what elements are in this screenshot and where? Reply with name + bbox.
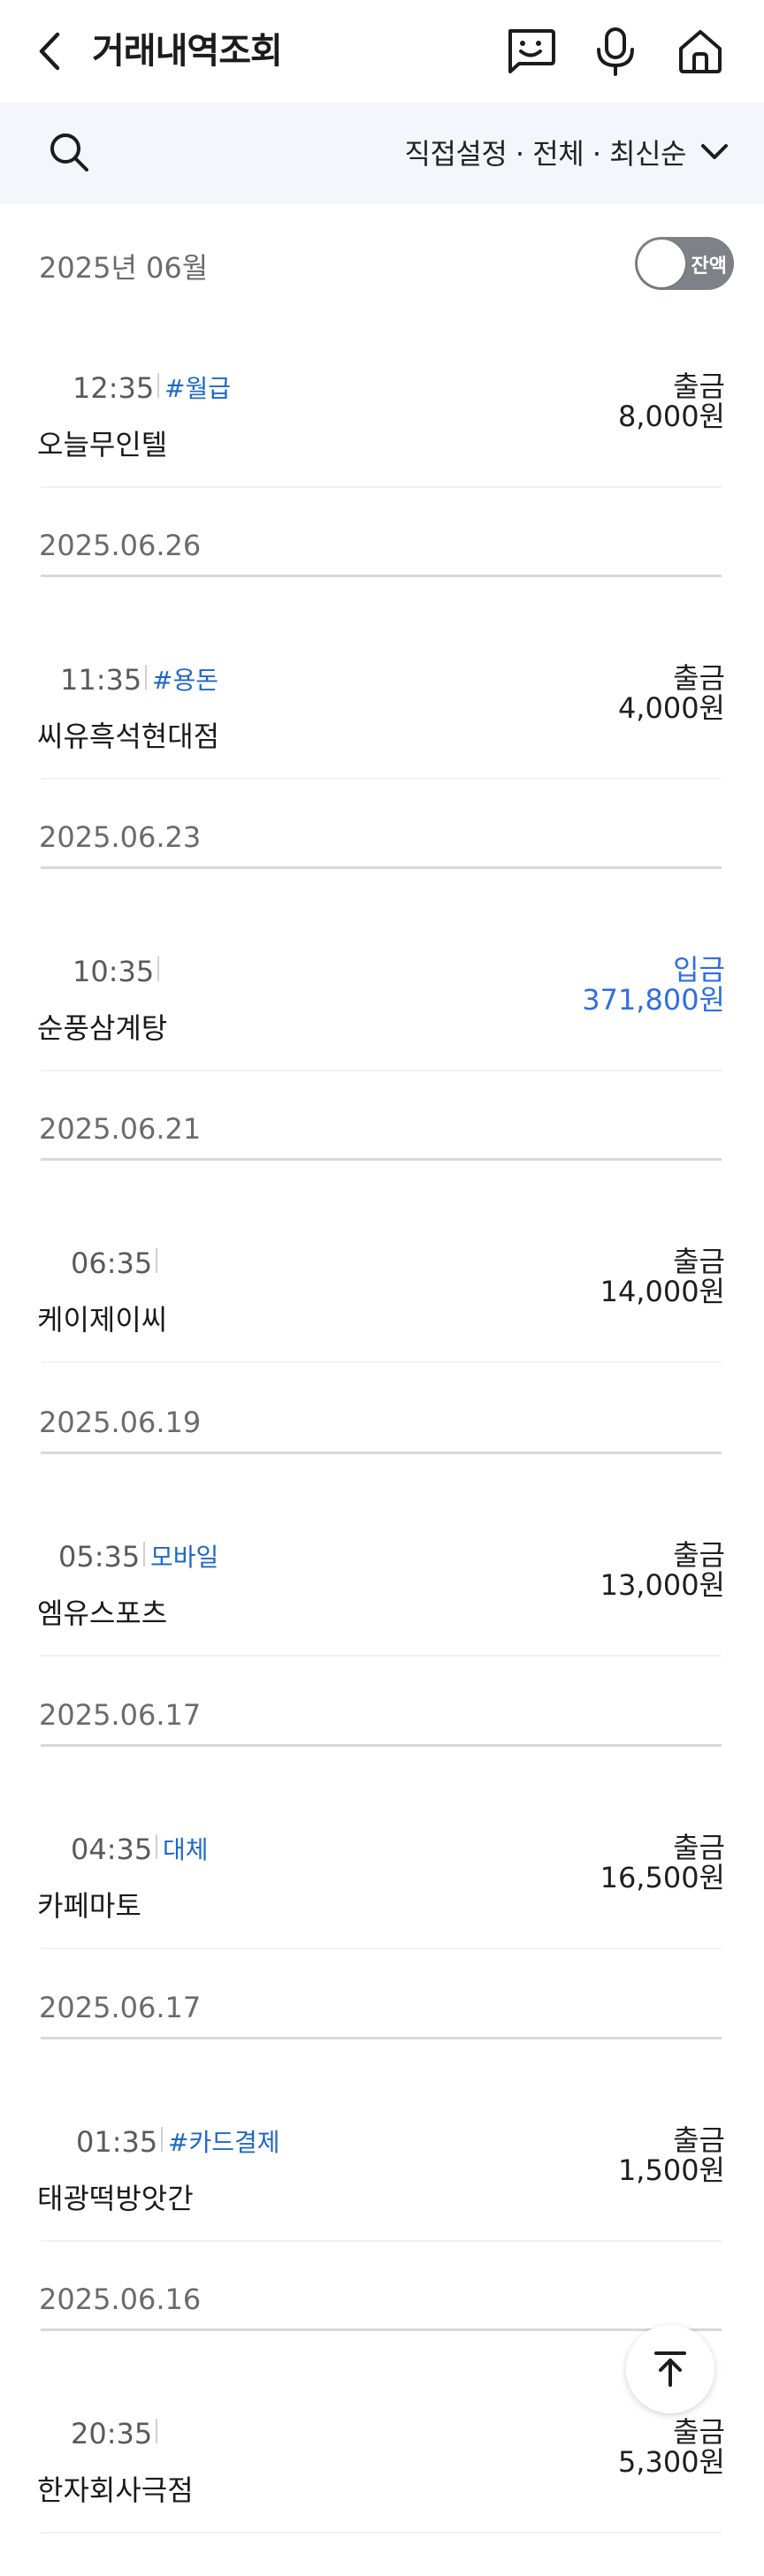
chevron-down-icon <box>701 144 728 159</box>
month-row: 2025년 06월 잔액 <box>0 221 764 309</box>
filter-summary-text: 직접설정 · 전체 · 최신순 <box>404 137 687 171</box>
row-divider <box>41 1655 722 1657</box>
back-arrow-icon <box>39 32 60 71</box>
time-separator <box>161 2127 163 2152</box>
transaction-amount: 5,300원 <box>617 2445 725 2479</box>
date-divider <box>41 1158 722 1161</box>
date-divider <box>41 2328 722 2331</box>
transaction-row[interactable]: 04:35 대체 카페마토 출금 16,500원 <box>0 1831 764 1992</box>
balance-toggle[interactable]: 잔액 <box>635 237 734 290</box>
transaction-time: 01:35 <box>76 2125 158 2159</box>
time-separator <box>157 956 159 981</box>
date-label: 2025.06.16 <box>39 2283 202 2316</box>
date-header: 2025.06.21 <box>0 1112 764 1174</box>
voice-search-button[interactable] <box>589 25 642 78</box>
chatbot-button[interactable] <box>504 25 557 78</box>
transaction-amount: 13,000원 <box>600 1568 725 1602</box>
date-divider <box>41 866 722 869</box>
transaction-row[interactable]: 10:35 순풍삼계탕 입금 371,800원 <box>0 953 764 1114</box>
filter-summary-button[interactable]: 직접설정 · 전체 · 최신순 <box>405 127 730 177</box>
date-label: 2025.06.17 <box>39 1698 202 1732</box>
transaction-row[interactable]: 12:35 #월급 오늘무인텔 출금 8,000원 <box>0 370 764 530</box>
date-header: 2025.06.17 <box>0 1991 764 2053</box>
home-button[interactable] <box>674 25 727 78</box>
transaction-amount: 1,500원 <box>617 2153 725 2187</box>
transaction-merchant: 오늘무인텔 <box>37 428 168 461</box>
time-separator <box>157 373 159 398</box>
transaction-row[interactable]: 11:35 #용돈 씨유흑석현대점 출금 4,000원 <box>0 661 764 822</box>
app-header: 거래내역조회 <box>0 0 764 103</box>
filter-bar: 직접설정 · 전체 · 최신순 <box>0 103 764 203</box>
month-label: 2025년 06월 <box>39 251 209 285</box>
transaction-amount: 4,000원 <box>617 691 725 725</box>
home-icon <box>679 30 722 73</box>
toggle-knob <box>638 240 685 287</box>
transaction-merchant: 엠유스포츠 <box>37 1597 168 1630</box>
transaction-amount: 371,800원 <box>582 983 725 1017</box>
transaction-amount: 16,500원 <box>600 1861 725 1894</box>
transaction-merchant: 카페마토 <box>37 1889 141 1923</box>
transaction-time: 20:35 <box>71 2417 153 2450</box>
transaction-time: 12:35 <box>73 371 155 405</box>
page-title: 거래내역조회 <box>92 31 283 72</box>
time-separator <box>143 1542 145 1566</box>
transaction-time: 06:35 <box>71 1246 153 1280</box>
transaction-memo-tag[interactable]: #용돈 <box>152 661 218 697</box>
scroll-to-top-button[interactable] <box>626 2325 714 2413</box>
transaction-memo-tag[interactable]: #카드결제 <box>168 2123 280 2159</box>
time-separator <box>145 665 147 690</box>
balance-toggle-label: 잔액 <box>691 255 727 278</box>
transaction-row[interactable]: 01:35 #카드결제 태광떡방앗간 출금 1,500원 <box>0 2123 764 2284</box>
transaction-amount: 8,000원 <box>617 400 725 433</box>
transaction-time: 05:35 <box>58 1540 141 1574</box>
date-header: 2025.06.17 <box>0 1698 764 1760</box>
date-label: 2025.06.23 <box>39 820 202 854</box>
transaction-amount: 14,000원 <box>600 1275 725 1308</box>
microphone-icon <box>597 27 634 76</box>
transaction-merchant: 태광떡방앗간 <box>37 2182 194 2215</box>
transaction-row[interactable]: 06:35 케이제이씨 출금 14,000원 <box>0 1245 764 1406</box>
row-divider <box>41 1947 722 1949</box>
transaction-merchant: 케이제이씨 <box>37 1303 168 1337</box>
row-divider <box>41 2532 722 2534</box>
transaction-time: 04:35 <box>71 1833 153 1866</box>
search-button[interactable] <box>44 127 94 177</box>
time-separator <box>156 1834 157 1859</box>
date-divider <box>41 1744 722 1747</box>
transaction-time: 11:35 <box>60 663 142 697</box>
row-divider <box>41 486 722 488</box>
transaction-memo-tag[interactable]: 모바일 <box>150 1538 218 1574</box>
arrow-up-icon <box>654 2351 686 2387</box>
search-icon <box>50 133 88 171</box>
transaction-time: 10:35 <box>73 955 155 988</box>
back-button[interactable] <box>32 27 67 76</box>
transaction-merchant: 순풍삼계탕 <box>37 1011 168 1045</box>
transaction-memo-tag[interactable]: #월급 <box>164 370 231 405</box>
date-header: 2025.06.26 <box>0 529 764 591</box>
transaction-row[interactable]: 05:35 모바일 엠유스포츠 출금 13,000원 <box>0 1538 764 1699</box>
time-separator <box>156 1248 157 1273</box>
chatbot-icon <box>508 29 555 73</box>
row-divider <box>41 2240 722 2242</box>
date-label: 2025.06.21 <box>39 1112 202 1146</box>
row-divider <box>41 778 722 780</box>
transaction-merchant: 씨유흑석현대점 <box>37 720 220 753</box>
row-divider <box>41 1070 722 1071</box>
time-separator <box>156 2419 157 2443</box>
date-header: 2025.06.19 <box>0 1406 764 1467</box>
date-divider <box>41 2037 722 2039</box>
date-divider <box>41 1452 722 1454</box>
row-divider <box>41 1361 722 1363</box>
date-header: 2025.06.23 <box>0 820 764 882</box>
date-label: 2025.06.26 <box>39 529 202 562</box>
transaction-merchant: 한자회사극점 <box>37 2473 194 2507</box>
date-divider <box>41 575 722 577</box>
date-label: 2025.06.17 <box>39 1991 202 2024</box>
date-label: 2025.06.19 <box>39 1406 202 1439</box>
transaction-row[interactable]: 20:35 한자회사극점 출금 5,300원 <box>0 2415 764 2576</box>
transaction-memo-tag[interactable]: 대체 <box>163 1831 209 1866</box>
